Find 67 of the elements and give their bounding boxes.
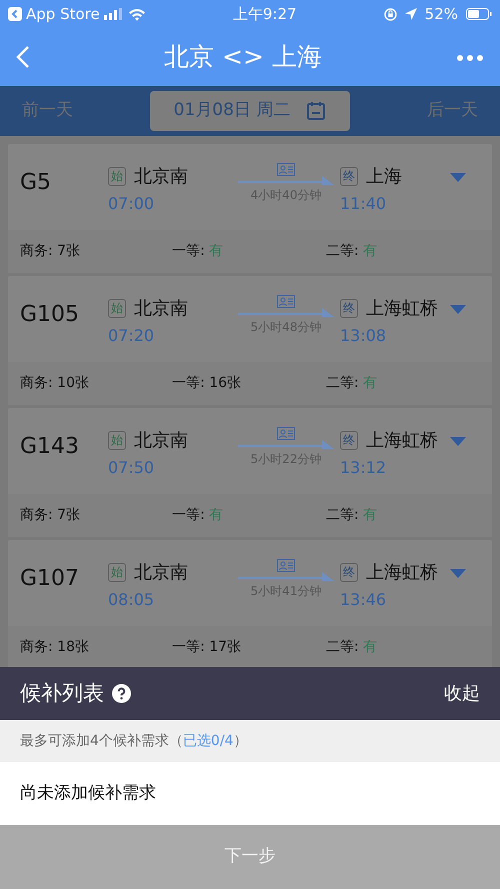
rotation-lock-icon	[384, 8, 397, 20]
id-card-icon	[277, 163, 295, 176]
origin-badge: 始	[108, 167, 126, 186]
expand-caret-icon[interactable]	[450, 437, 466, 446]
arrival-station: 上海虹桥	[366, 297, 438, 321]
arrival-time: 13:08	[340, 325, 388, 347]
id-card-icon	[277, 295, 295, 308]
id-card-icon	[277, 559, 295, 572]
signal-icon	[104, 8, 124, 20]
battery-icon	[466, 8, 492, 20]
train-number: G5	[20, 169, 52, 197]
seat-availability: 商务: 7张	[20, 243, 80, 259]
seat-availability: 商务: 10张	[20, 375, 89, 391]
status-time: 上午9:27	[232, 4, 297, 23]
origin-badge: 始	[108, 431, 126, 450]
terminal-badge: 终	[340, 167, 358, 186]
departure-station: 北京南	[134, 297, 188, 321]
battery-percent: 52%	[424, 4, 458, 25]
collapse-link[interactable]: 收起	[444, 680, 480, 707]
back-button[interactable]	[16, 44, 30, 70]
arrival-time: 11:40	[340, 193, 388, 215]
location-icon	[404, 8, 417, 20]
seat-availability: 二等: 有	[326, 507, 378, 523]
seat-availability: 商务: 18张	[20, 639, 89, 655]
arrival-station: 上海	[366, 165, 402, 189]
help-icon[interactable]	[112, 684, 131, 703]
arrival-time: 13:12	[340, 457, 388, 479]
arrival-time: 13:46	[340, 589, 388, 611]
departure-station: 北京南	[134, 165, 188, 189]
back-icon	[16, 45, 30, 70]
back-app-link[interactable]: App Store	[26, 2, 100, 26]
departure-time: 08:05	[108, 589, 156, 611]
train-number: G107	[20, 565, 80, 593]
seat-availability: 一等: 有	[172, 243, 224, 259]
departure-time: 07:00	[108, 193, 156, 215]
departure-time: 07:20	[108, 325, 156, 347]
seat-availability: 二等: 有	[326, 375, 378, 391]
seat-availability: 二等: 有	[326, 243, 378, 259]
arrival-station: 上海虹桥	[366, 429, 438, 453]
expand-caret-icon[interactable]	[450, 569, 466, 578]
origin-badge: 始	[108, 563, 126, 582]
back-app-icon[interactable]	[8, 7, 22, 21]
seat-availability: 一等: 16张	[172, 375, 242, 391]
expand-caret-icon[interactable]	[450, 305, 466, 314]
calendar-icon	[306, 101, 326, 121]
departure-station: 北京南	[134, 429, 188, 453]
terminal-badge: 终	[340, 431, 358, 450]
arrival-station: 上海虹桥	[366, 561, 438, 585]
train-number: G143	[20, 433, 80, 461]
wifi-icon	[128, 8, 146, 20]
seat-availability: 一等: 17张	[172, 639, 242, 655]
seat-availability: 商务: 7张	[20, 507, 80, 523]
departure-station: 北京南	[134, 561, 188, 585]
departure-time: 07:50	[108, 457, 156, 479]
expand-caret-icon[interactable]	[450, 173, 466, 182]
seat-availability: 二等: 有	[326, 639, 378, 655]
more-icon	[456, 54, 484, 62]
page-title: 北京 <> 上海	[164, 41, 322, 74]
id-card-icon	[277, 427, 295, 440]
origin-badge: 始	[108, 299, 126, 318]
empty-message: 尚未添加候补需求	[20, 782, 156, 805]
seat-availability: 一等: 有	[172, 507, 224, 523]
terminal-badge: 终	[340, 299, 358, 318]
terminal-badge: 终	[340, 563, 358, 582]
panel-title: 候补列表	[20, 680, 104, 707]
train-number: G105	[20, 301, 80, 329]
limit-note: 最多可添加4个候补需求（已选0/4）	[20, 732, 248, 750]
